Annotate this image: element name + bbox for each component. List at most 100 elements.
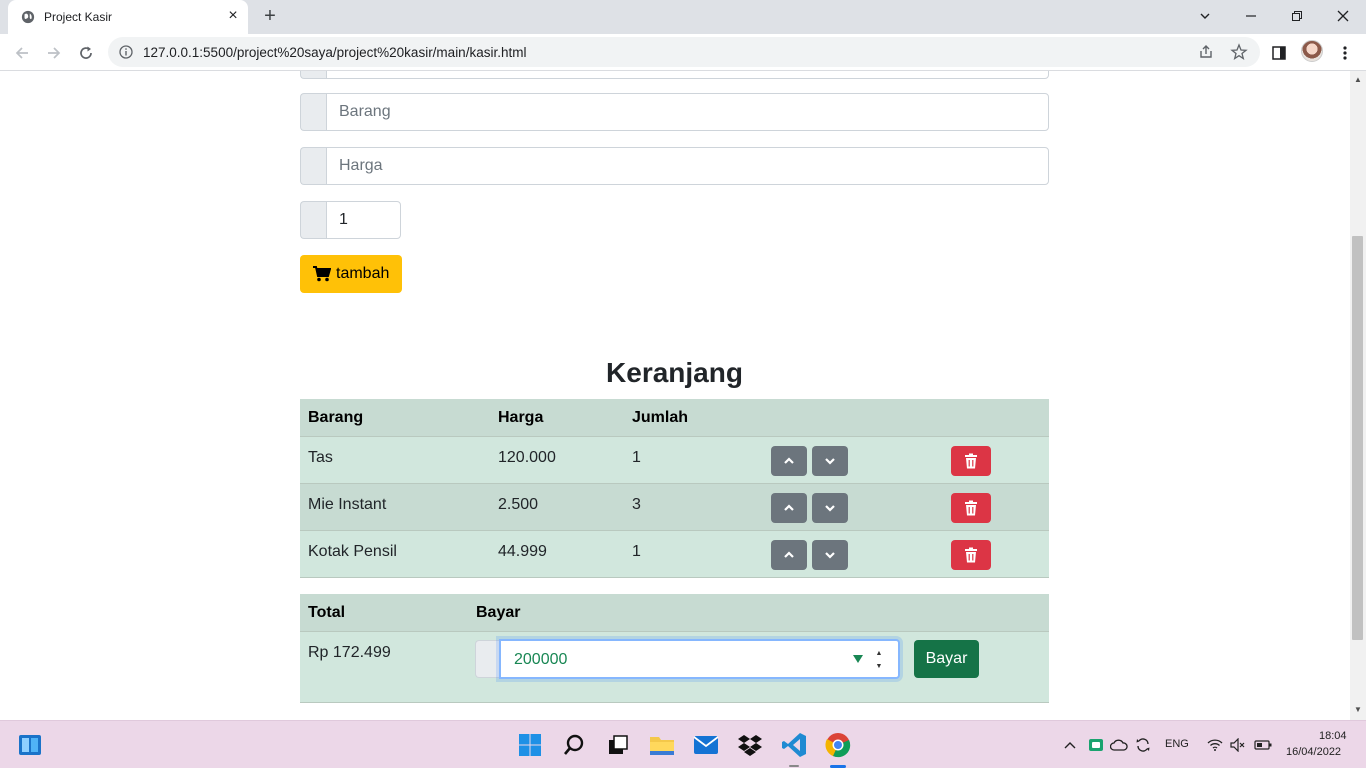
- reload-icon: [80, 46, 92, 59]
- delete-item-button[interactable]: [951, 540, 991, 570]
- clock-time[interactable]: 18:04: [1319, 730, 1347, 742]
- mail-icon[interactable]: [690, 729, 722, 761]
- minimize-button[interactable]: [1240, 5, 1262, 27]
- table-row: Kotak Pensil 44.999 1: [300, 531, 1049, 578]
- increase-qty-button[interactable]: [771, 446, 807, 476]
- tab-strip: Project Kasir × +: [0, 0, 1366, 34]
- battery-icon[interactable]: [1253, 737, 1273, 753]
- bayar-input[interactable]: 200000 ▲ ▼: [499, 639, 900, 679]
- wifi-icon[interactable]: [1206, 737, 1224, 753]
- harga-addon: [300, 147, 326, 185]
- col-header-barang: Barang: [308, 409, 364, 426]
- start-icon[interactable]: [514, 729, 546, 761]
- forward-button[interactable]: [42, 41, 66, 65]
- app-tray-icon[interactable]: [1087, 737, 1105, 753]
- increase-qty-button[interactable]: [771, 540, 807, 570]
- bayar-addon: [475, 640, 501, 678]
- trash-icon: [965, 500, 977, 516]
- row-jumlah: 1: [632, 543, 641, 560]
- decrease-qty-button[interactable]: [812, 446, 848, 476]
- profile-avatar[interactable]: [1301, 40, 1323, 62]
- row-harga: 44.999: [498, 543, 547, 560]
- harga-input-group: Harga: [300, 147, 1049, 185]
- total-header: Total: [308, 604, 346, 621]
- tab-close-button[interactable]: ×: [224, 7, 242, 25]
- forward-arrow-icon: [48, 47, 61, 59]
- language-indicator[interactable]: ENG: [1165, 738, 1189, 750]
- spinner-down-icon[interactable]: ▼: [876, 663, 883, 670]
- bayar-button[interactable]: Bayar: [914, 640, 979, 678]
- increase-qty-button[interactable]: [771, 493, 807, 523]
- delete-item-button[interactable]: [951, 493, 991, 523]
- clock-date[interactable]: 16/04/2022: [1286, 746, 1341, 758]
- decrease-qty-button[interactable]: [812, 540, 848, 570]
- sync-icon[interactable]: [1134, 737, 1152, 753]
- vscode-running-indicator: [789, 765, 799, 767]
- page-scrollbar[interactable]: ▲ ▼: [1350, 71, 1366, 720]
- chevron-up-icon: [784, 551, 794, 558]
- trash-icon: [965, 547, 977, 563]
- jumlah-addon: [300, 201, 326, 239]
- browser-tab[interactable]: Project Kasir ×: [8, 0, 248, 34]
- close-window-button[interactable]: [1332, 5, 1354, 27]
- tambah-label: tambah: [336, 265, 390, 282]
- side-panel-icon[interactable]: [1267, 41, 1291, 65]
- partial-input-field[interactable]: [326, 71, 1049, 79]
- cart-heading: Keranjang: [606, 357, 743, 388]
- vscode-icon[interactable]: [778, 729, 810, 761]
- tab-title: Project Kasir: [44, 10, 113, 24]
- chevron-up-icon: [784, 504, 794, 511]
- jumlah-input[interactable]: 1: [326, 201, 401, 239]
- tambah-button[interactable]: tambah: [300, 255, 402, 293]
- search-icon[interactable]: [558, 729, 590, 761]
- url-text[interactable]: 127.0.0.1:5500/project%20saya/project%20…: [143, 45, 526, 60]
- cart-icon: [313, 266, 331, 282]
- cart-table-header: Barang Harga Jumlah: [300, 399, 1049, 437]
- share-icon[interactable]: [1198, 44, 1214, 60]
- barang-input[interactable]: Barang: [326, 93, 1049, 131]
- file-explorer-icon[interactable]: [646, 729, 678, 761]
- input-addon: [300, 71, 326, 79]
- bayar-input-value: 200000: [514, 651, 568, 668]
- address-bar[interactable]: 127.0.0.1:5500/project%20saya/project%20…: [108, 37, 1260, 67]
- valid-triangle-icon: [853, 655, 863, 663]
- new-tab-button[interactable]: +: [259, 5, 281, 27]
- restore-button[interactable]: [1286, 5, 1308, 27]
- globe-icon: [21, 10, 35, 24]
- widgets-icon[interactable]: [14, 729, 46, 761]
- scroll-up-icon[interactable]: ▲: [1354, 75, 1362, 84]
- row-harga: 2.500: [498, 496, 539, 513]
- show-hidden-icons-icon[interactable]: [1062, 737, 1078, 753]
- harga-input[interactable]: Harga: [326, 147, 1049, 185]
- col-header-jumlah: Jumlah: [632, 409, 689, 426]
- row-barang: Tas: [308, 449, 333, 466]
- total-value: Rp 172.499: [308, 644, 391, 661]
- kebab-menu-icon[interactable]: [1333, 41, 1357, 65]
- taskbar: ENG 18:04 16/04/2022: [0, 720, 1366, 768]
- bookmark-star-icon[interactable]: [1230, 43, 1248, 61]
- row-barang: Kotak Pensil: [308, 543, 397, 560]
- spinner-up-icon[interactable]: ▲: [876, 650, 883, 657]
- chevron-down-icon: [825, 552, 835, 559]
- chevron-down-icon: [825, 458, 835, 465]
- table-row: Mie Instant 2.500 3: [300, 484, 1049, 531]
- tab-search-icon[interactable]: [1194, 5, 1216, 27]
- scroll-thumb[interactable]: [1352, 236, 1363, 640]
- row-jumlah: 1: [632, 449, 641, 466]
- task-view-icon[interactable]: [602, 729, 634, 761]
- chrome-icon[interactable]: [822, 729, 854, 761]
- chevron-up-icon: [784, 457, 794, 464]
- scroll-down-icon[interactable]: ▼: [1354, 705, 1362, 714]
- number-spinner[interactable]: ▲ ▼: [873, 650, 885, 670]
- volume-muted-icon[interactable]: [1229, 737, 1247, 753]
- onedrive-icon[interactable]: [1110, 737, 1128, 753]
- back-button[interactable]: [10, 41, 34, 65]
- delete-item-button[interactable]: [951, 446, 991, 476]
- chevron-down-icon: [825, 505, 835, 512]
- info-icon[interactable]: [119, 45, 133, 59]
- reload-button[interactable]: [74, 41, 98, 65]
- dropbox-icon[interactable]: [734, 729, 766, 761]
- bayar-header: Bayar: [476, 604, 521, 621]
- col-header-harga: Harga: [498, 409, 544, 426]
- decrease-qty-button[interactable]: [812, 493, 848, 523]
